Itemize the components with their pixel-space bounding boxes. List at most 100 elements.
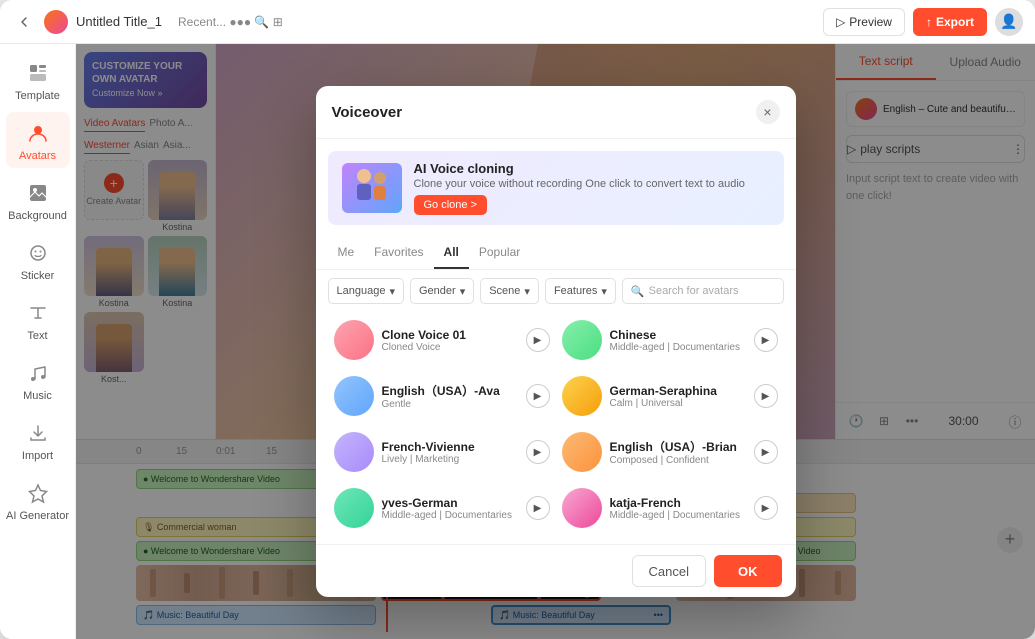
sticker-icon bbox=[24, 239, 52, 267]
voice-desc-6: Composed | Confident bbox=[610, 455, 746, 466]
voice-search-input[interactable]: 🔍 Search for avatars bbox=[622, 278, 784, 304]
user-avatar bbox=[44, 10, 68, 34]
voice-desc-8: Middle-aged | Documentaries bbox=[610, 510, 746, 521]
filter-features[interactable]: Features ▾ bbox=[545, 278, 616, 304]
voice-name-1: Clone Voice 01 bbox=[382, 328, 518, 342]
voice-tab-all[interactable]: All bbox=[434, 237, 469, 269]
voice-avatar-2 bbox=[562, 320, 602, 360]
filter-language[interactable]: Language ▾ bbox=[328, 278, 404, 304]
voice-name-4: German-Seraphina bbox=[610, 384, 746, 398]
sidebar-item-import[interactable]: Import bbox=[6, 412, 70, 468]
import-label: Import bbox=[22, 450, 53, 462]
voice-tab-popular[interactable]: Popular bbox=[469, 237, 530, 269]
voice-desc-2: Middle-aged | Documentaries bbox=[610, 342, 746, 353]
voice-avatar-4 bbox=[562, 376, 602, 416]
user-menu[interactable]: 👤 bbox=[995, 8, 1023, 36]
sidebar-item-sticker[interactable]: Sticker bbox=[6, 232, 70, 288]
modal-close-button[interactable]: × bbox=[756, 100, 780, 124]
voice-desc-5: Lively | Marketing bbox=[382, 454, 518, 465]
filter-scene[interactable]: Scene ▾ bbox=[480, 278, 539, 304]
modal-body: AI Voice cloning Clone your voice withou… bbox=[316, 151, 796, 544]
voice-desc-7: Middle-aged | Documentaries bbox=[382, 510, 518, 521]
voice-card-yves-german[interactable]: yves-German Middle-aged | Documentaries … bbox=[328, 480, 556, 536]
voice-info-4: German-Seraphina Calm | Universal bbox=[610, 384, 746, 409]
voice-avatar-3 bbox=[334, 376, 374, 416]
chevron-down-icon: ▾ bbox=[389, 285, 395, 298]
voice-card-english-ava[interactable]: English（USA）-Ava Gentle ▶ bbox=[328, 368, 556, 424]
voice-play-6[interactable]: ▶ bbox=[754, 440, 778, 464]
voice-clone-banner: AI Voice cloning Clone your voice withou… bbox=[328, 151, 784, 225]
template-icon bbox=[24, 59, 52, 87]
topbar: Untitled Title_1 Recent... ●●● 🔍 ⊞ ▷ Pre… bbox=[0, 0, 1035, 44]
sidebar-item-text[interactable]: Text bbox=[6, 292, 70, 348]
voice-avatar-5 bbox=[334, 432, 374, 472]
modal-header: Voiceover × bbox=[316, 86, 796, 139]
voice-tab-favorites[interactable]: Favorites bbox=[364, 237, 433, 269]
voice-tabs: Me Favorites All Popular bbox=[316, 237, 796, 270]
export-button[interactable]: ↑ Export bbox=[913, 8, 987, 36]
voice-info-5: French-Vivienne Lively | Marketing bbox=[382, 440, 518, 465]
ok-button[interactable]: OK bbox=[714, 555, 782, 587]
chevron-down-icon-2: ▾ bbox=[460, 285, 466, 298]
back-button[interactable] bbox=[12, 10, 36, 34]
recent-label: Recent... ●●● 🔍 ⊞ bbox=[178, 15, 283, 29]
content-area: CUSTOMIZE YOUR OWN AVATAR Customize Now … bbox=[76, 44, 1035, 639]
voice-card-clone-voice[interactable]: Clone Voice 01 Cloned Voice ▶ bbox=[328, 312, 556, 368]
voice-card-french-vivienne[interactable]: French-Vivienne Lively | Marketing ▶ bbox=[328, 424, 556, 480]
voice-play-2[interactable]: ▶ bbox=[754, 328, 778, 352]
banner-illustration bbox=[342, 163, 402, 213]
preview-button[interactable]: ▷ Preview bbox=[823, 8, 905, 36]
modal-title: Voiceover bbox=[332, 104, 403, 121]
voice-card-english-brian[interactable]: English（USA）-Brian Composed | Confident … bbox=[556, 424, 784, 480]
voice-avatar-7 bbox=[334, 488, 374, 528]
avatars-icon bbox=[24, 119, 52, 147]
voice-desc-3: Gentle bbox=[382, 399, 518, 410]
modal-footer: Cancel OK bbox=[316, 544, 796, 597]
voice-tab-me[interactable]: Me bbox=[328, 237, 365, 269]
voice-play-7[interactable]: ▶ bbox=[526, 496, 550, 520]
sticker-label: Sticker bbox=[21, 270, 55, 282]
background-label: Background bbox=[8, 210, 67, 222]
voice-avatar-8 bbox=[562, 488, 602, 528]
text-icon bbox=[24, 299, 52, 327]
voice-card-german-seraphina[interactable]: German-Seraphina Calm | Universal ▶ bbox=[556, 368, 784, 424]
sidebar-item-background[interactable]: Background bbox=[6, 172, 70, 228]
voiceover-modal-overlay: Voiceover × bbox=[76, 44, 1035, 639]
voice-play-8[interactable]: ▶ bbox=[754, 496, 778, 520]
voice-info-8: katja-French Middle-aged | Documentaries bbox=[610, 496, 746, 521]
sidebar-item-avatars[interactable]: Avatars bbox=[6, 112, 70, 168]
voice-filters: Language ▾ Gender ▾ Scene ▾ bbox=[316, 270, 796, 312]
filter-gender[interactable]: Gender ▾ bbox=[410, 278, 474, 304]
voice-play-1[interactable]: ▶ bbox=[526, 328, 550, 352]
music-icon bbox=[24, 359, 52, 387]
voice-play-5[interactable]: ▶ bbox=[526, 440, 550, 464]
chevron-down-icon-3: ▾ bbox=[524, 285, 530, 298]
voice-play-4[interactable]: ▶ bbox=[754, 384, 778, 408]
voice-avatar-1 bbox=[334, 320, 374, 360]
voice-name-3: English（USA）-Ava bbox=[382, 382, 518, 399]
voice-name-7: yves-German bbox=[382, 496, 518, 510]
ai-generator-label: AI Generator bbox=[6, 510, 69, 522]
sidebar-item-ai-generator[interactable]: AI Generator bbox=[6, 472, 70, 528]
chevron-down-icon-4: ▾ bbox=[601, 285, 607, 298]
music-label: Music bbox=[23, 390, 52, 402]
background-icon bbox=[24, 179, 52, 207]
voice-card-katja-french[interactable]: katja-French Middle-aged | Documentaries… bbox=[556, 480, 784, 536]
sidebar-item-template[interactable]: Template bbox=[6, 52, 70, 108]
go-clone-button[interactable]: Go clone > bbox=[414, 195, 488, 215]
voice-play-3[interactable]: ▶ bbox=[526, 384, 550, 408]
banner-text: AI Voice cloning Clone your voice withou… bbox=[414, 161, 745, 215]
template-label: Template bbox=[15, 90, 60, 102]
voice-info-6: English（USA）-Brian Composed | Confident bbox=[610, 438, 746, 466]
avatars-label: Avatars bbox=[19, 150, 56, 162]
sidebar-item-music[interactable]: Music bbox=[6, 352, 70, 408]
import-icon bbox=[24, 419, 52, 447]
voice-name-8: katja-French bbox=[610, 496, 746, 510]
voice-name-5: French-Vivienne bbox=[382, 440, 518, 454]
voiceover-modal: Voiceover × bbox=[316, 86, 796, 597]
cancel-button[interactable]: Cancel bbox=[632, 555, 706, 587]
voice-info-2: Chinese Middle-aged | Documentaries bbox=[610, 328, 746, 353]
voice-info-3: English（USA）-Ava Gentle bbox=[382, 382, 518, 410]
banner-description: Clone your voice without recording One c… bbox=[414, 178, 745, 190]
voice-card-chinese[interactable]: Chinese Middle-aged | Documentaries ▶ bbox=[556, 312, 784, 368]
